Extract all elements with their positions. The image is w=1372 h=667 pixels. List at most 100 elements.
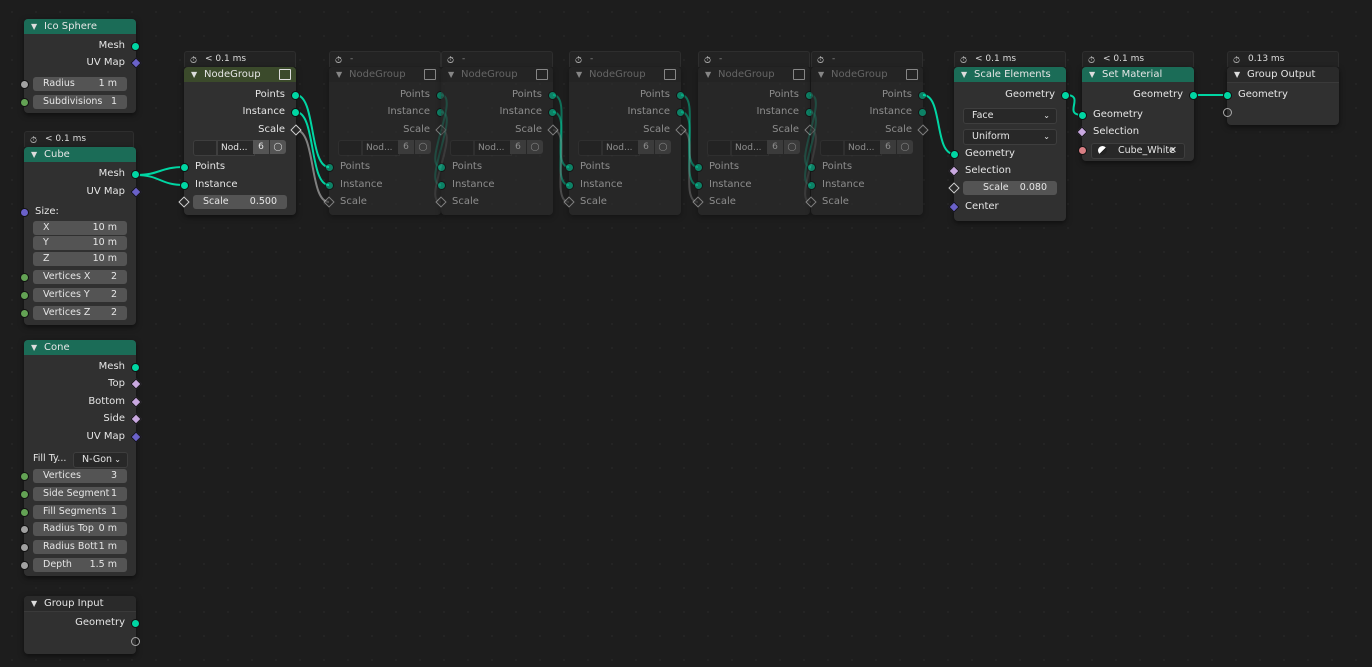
user-count[interactable]: 6 [638,140,654,154]
scale-elements-header[interactable]: ▼ Scale Elements [954,67,1066,82]
geometry-output-socket[interactable] [1189,91,1198,100]
collapse-chevron-icon[interactable]: ▼ [31,19,37,34]
link-points-chain[interactable] [295,94,330,168]
collapse-chevron-icon[interactable]: ▼ [31,147,37,162]
cone-header[interactable]: ▼ Cone [24,340,136,355]
radius-bottom-field[interactable]: Radius Bott 1 m [33,540,127,554]
fake-user-shield-icon[interactable]: ◯ [415,140,431,154]
center-input-socket[interactable] [948,201,960,213]
instance-output-socket[interactable] [291,108,300,117]
nodegroup-5-node[interactable]: ▼ NodeGroup Points Instance Scale Nod... 6… [692,67,816,215]
radius-input-socket[interactable] [20,80,29,89]
group-name-field[interactable]: Nod... [731,140,769,156]
top-output-socket[interactable] [130,378,142,390]
points-input-socket[interactable] [325,163,334,172]
nodegroup-1-node[interactable]: ▼ NodeGroup Points Instance Scale Nod... 6… [178,67,302,215]
group-name-field[interactable]: Nod... [362,140,400,156]
nodegroup-2-node[interactable]: ▼ NodeGroup Points Instance Scale Nod... 6… [323,67,447,215]
vertices-input-socket[interactable] [20,472,29,481]
vertices-y-input-socket[interactable] [20,291,29,300]
group-name-field[interactable]: Nod... [474,140,512,156]
collapse-chevron-icon[interactable]: ▼ [31,340,37,355]
node-group-selector[interactable]: Nod... 6 ◯ [578,140,672,156]
nodegroup-6-node[interactable]: ▼ NodeGroup Points Instance Scale Nod... 6… [805,67,929,215]
user-count[interactable]: 6 [253,140,269,154]
fake-user-shield-icon[interactable]: ◯ [527,140,543,154]
scale-field[interactable]: Scale 0.080 [963,181,1057,195]
instance-input-socket[interactable] [325,181,334,190]
fake-user-shield-icon[interactable]: ◯ [270,140,286,154]
group-name-field[interactable]: Nod... [217,140,255,156]
scale-output-socket[interactable] [547,124,559,136]
size-x-field[interactable]: X 10 m [33,221,127,235]
points-input-socket[interactable] [807,163,816,172]
subdivisions-input-socket[interactable] [20,98,29,107]
fake-user-shield-icon[interactable]: ◯ [784,140,800,154]
vertices-x-input-socket[interactable] [20,273,29,282]
ico-sphere-header[interactable]: ▼ Ico Sphere [24,19,136,34]
group-input-header[interactable]: ▼ Group Input [24,596,136,612]
side-segments-input-socket[interactable] [20,490,29,499]
geometry-output-socket[interactable] [131,619,140,628]
node-tree-browse-icon[interactable] [707,140,731,156]
instance-input-socket[interactable] [694,181,703,190]
user-count[interactable]: 6 [880,140,896,154]
link-cube-to-points[interactable] [135,166,185,176]
geometry-input-socket[interactable] [1223,91,1232,100]
collapse-chevron-icon[interactable]: ▼ [336,67,342,82]
collapse-chevron-icon[interactable]: ▼ [818,67,824,82]
scale-input-socket[interactable] [692,196,704,208]
instance-output-socket[interactable] [676,108,685,117]
instance-input-socket[interactable] [807,181,816,190]
radius-top-field[interactable]: Radius Top 0 m [33,522,127,536]
depth-input-socket[interactable] [20,561,29,570]
uv-map-output-socket[interactable] [130,186,142,198]
nodegroup-4-header[interactable]: ▼ NodeGroup [569,67,681,82]
node-tree-browse-icon[interactable] [820,140,844,156]
instance-input-socket[interactable] [180,181,189,190]
points-input-socket[interactable] [694,163,703,172]
instance-output-socket[interactable] [918,108,927,117]
points-input-socket[interactable] [565,163,574,172]
nodegroup-4-node[interactable]: ▼ NodeGroup Points Instance Scale Nod... 6… [563,67,687,215]
vertices-x-field[interactable]: Vertices X 2 [33,270,127,284]
link-instance-chain[interactable] [552,111,570,186]
fill-segments-input-socket[interactable] [20,508,29,517]
scale-output-socket[interactable] [290,124,302,136]
close-icon[interactable]: ✕ [1169,144,1177,158]
fake-user-shield-icon[interactable]: ◯ [897,140,913,154]
user-count[interactable]: 6 [510,140,526,154]
cone-node[interactable]: ▼ Cone Mesh Top Bottom Side UV Map Fill T… [20,340,142,576]
points-output-socket[interactable] [548,91,557,100]
scale-input-socket[interactable] [323,196,335,208]
size-z-field[interactable]: Z 10 m [33,252,127,266]
radius-top-input-socket[interactable] [20,525,29,534]
uv-map-output-socket[interactable] [130,57,142,69]
group-output-node[interactable]: ▼ Group Output Geometry [1223,67,1339,125]
ico-sphere-node[interactable]: ▼ Ico Sphere Mesh UV Map Radius 1 m Subdiv… [20,19,142,113]
nodegroup-6-header[interactable]: ▼ NodeGroup [811,67,923,82]
scale-output-socket[interactable] [675,124,687,136]
radius-bottom-input-socket[interactable] [20,543,29,552]
mesh-output-socket[interactable] [131,363,140,372]
points-output-socket[interactable] [918,91,927,100]
geometry-input-socket[interactable] [950,150,959,159]
cube-node[interactable]: ▼ Cube Mesh UV Map Size: X 10 m Y 10 m Z 10 … [20,147,142,325]
bottom-output-socket[interactable] [130,396,142,408]
vertices-y-field[interactable]: Vertices Y 2 [33,288,127,302]
group-name-field[interactable]: Nod... [602,140,640,156]
collapse-chevron-icon[interactable]: ▼ [576,67,582,82]
scale-output-socket[interactable] [917,124,929,136]
link-instance-chain[interactable] [680,111,699,186]
node-tree-icon[interactable] [906,69,918,80]
set-material-node[interactable]: ▼ Set Material Geometry Geometry Selectio… [1076,67,1198,161]
points-input-socket[interactable] [180,163,189,172]
nodegroup-5-header[interactable]: ▼ NodeGroup [698,67,810,82]
set-material-header[interactable]: ▼ Set Material [1082,67,1194,82]
link-cube-to-instance[interactable] [135,174,185,186]
mesh-output-socket[interactable] [131,170,140,179]
collapse-chevron-icon[interactable]: ▼ [31,596,37,611]
node-tree-browse-icon[interactable] [450,140,474,156]
cube-header[interactable]: ▼ Cube [24,147,136,162]
radius-field[interactable]: Radius 1 m [33,77,127,91]
